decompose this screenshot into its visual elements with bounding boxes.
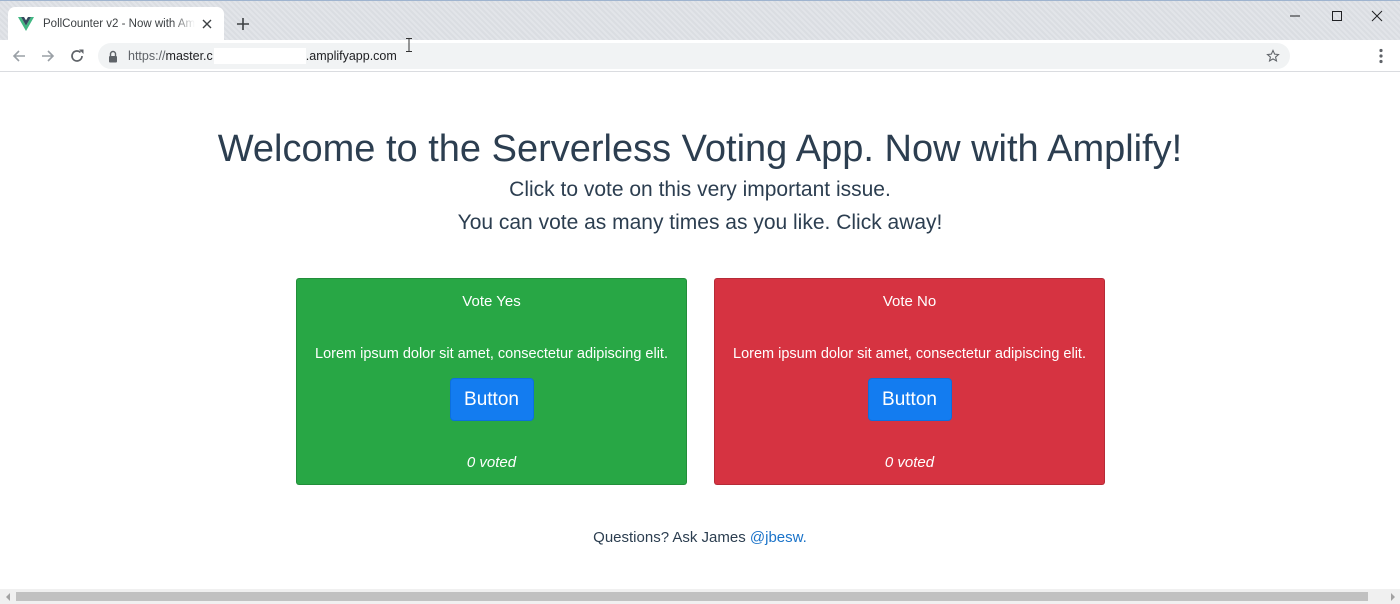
scroll-right-arrow-icon[interactable] <box>1385 589 1400 604</box>
window-close-icon[interactable] <box>1354 3 1400 29</box>
scroll-left-arrow-icon[interactable] <box>0 589 15 604</box>
footer: Questions? Ask James @jbesw. <box>0 529 1400 546</box>
reload-icon[interactable] <box>66 45 88 67</box>
url-scheme: https:// <box>128 49 166 63</box>
vote-no-button[interactable]: Button <box>867 378 952 421</box>
card-text: Lorem ipsum dolor sit amet, consectetur … <box>733 346 1086 362</box>
page-title: Welcome to the Serverless Voting App. No… <box>217 128 1183 170</box>
vote-yes-card: Vote Yes Lorem ipsum dolor sit amet, con… <box>296 278 687 485</box>
browser-toolbar: https://master.c .amplifyapp.com <box>0 40 1400 72</box>
new-tab-icon[interactable] <box>234 15 252 33</box>
horizontal-scrollbar[interactable] <box>0 589 1400 604</box>
url-host-start: master.c <box>165 49 213 63</box>
url-redaction <box>213 48 306 64</box>
subtitle-instruction: Click to vote on this very important iss… <box>509 178 891 201</box>
url-host-end: .amplifyapp.com <box>305 49 397 63</box>
card-title: Vote No <box>882 293 937 310</box>
minimize-icon[interactable] <box>1272 3 1318 29</box>
card-text: Lorem ipsum dolor sit amet, consectetur … <box>315 346 668 362</box>
tab-strip: PollCounter v2 - Now with Amplify <box>0 0 1400 41</box>
tab-title: PollCounter v2 - Now with Amplify <box>43 18 195 30</box>
address-bar[interactable]: https://master.c .amplifyapp.com <box>98 43 1290 69</box>
lock-icon <box>108 49 120 63</box>
twitter-handle-link[interactable]: @jbesw. <box>750 529 807 546</box>
kebab-menu-icon[interactable] <box>1372 45 1390 67</box>
vote-yes-count: 0 voted <box>466 454 517 471</box>
footer-text: Questions? Ask James <box>593 529 750 546</box>
page-content: Welcome to the Serverless Voting App. No… <box>0 73 1400 589</box>
forward-arrow-icon[interactable] <box>37 45 59 67</box>
tab-close-icon[interactable] <box>201 17 214 31</box>
text-cursor-icon <box>405 38 413 52</box>
bookmark-star-icon[interactable] <box>1264 47 1282 65</box>
url-text: https://master.c .amplifyapp.com <box>128 48 397 64</box>
vote-no-count: 0 voted <box>884 454 935 471</box>
browser-tab[interactable]: PollCounter v2 - Now with Amplify <box>8 7 224 41</box>
scrollbar-thumb[interactable] <box>16 592 1368 601</box>
vue-logo-icon <box>18 16 34 32</box>
back-arrow-icon[interactable] <box>8 45 30 67</box>
vote-yes-button[interactable]: Button <box>449 378 534 421</box>
card-title: Vote Yes <box>462 293 521 310</box>
vote-no-card: Vote No Lorem ipsum dolor sit amet, cons… <box>714 278 1105 485</box>
subtitle-note: You can vote as many times as you like. … <box>457 211 943 234</box>
